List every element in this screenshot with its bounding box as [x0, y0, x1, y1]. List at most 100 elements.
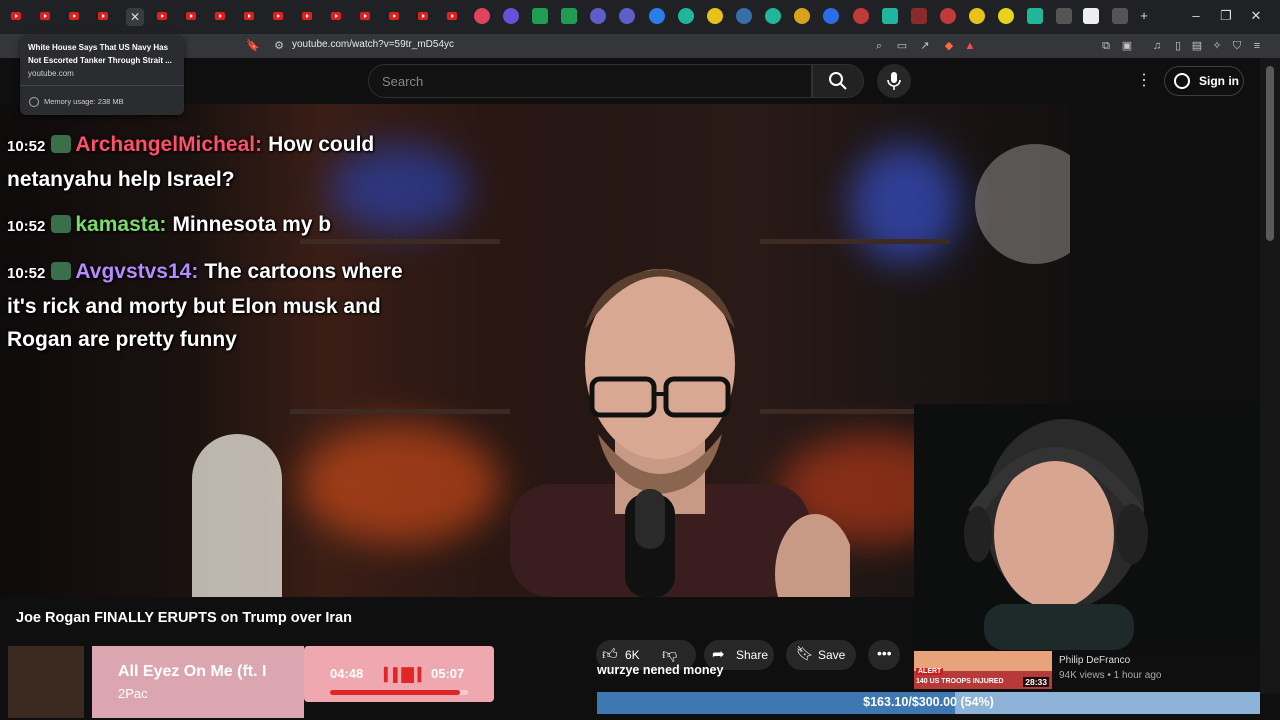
- memory-icon: [29, 97, 39, 107]
- tab-app-icon[interactable]: [940, 8, 956, 24]
- tab-app-icon[interactable]: [853, 8, 869, 24]
- song-info: All Eyez On Me (ft. I 2Pac: [92, 646, 304, 718]
- rewards-icon[interactable]: ▲: [963, 39, 977, 53]
- site-info-icon[interactable]: ⚙: [272, 39, 286, 53]
- leo-icon[interactable]: ✧: [1210, 39, 1224, 53]
- tab-youtube-icon[interactable]: [328, 8, 344, 24]
- bookmark-icon[interactable]: 🔖: [246, 39, 260, 53]
- share-icon[interactable]: ↗: [918, 39, 932, 53]
- recommended-thumbnail[interactable]: ALERT 140 US TROOPS INJURED 28:33: [914, 651, 1052, 689]
- new-tab-button[interactable]: +: [1134, 8, 1154, 23]
- song-artist: 2Pac: [118, 686, 148, 701]
- chat-username: kamasta:: [75, 213, 167, 236]
- sidebar-icon[interactable]: ▣: [1120, 39, 1134, 53]
- tab-youtube-icon[interactable]: [95, 8, 111, 24]
- chat-timestamp: 10:52: [7, 265, 46, 282]
- tab-youtube-icon[interactable]: [212, 8, 228, 24]
- alert-ticker: wurzye nened money: [597, 663, 724, 677]
- tab-youtube-icon[interactable]: [299, 8, 315, 24]
- tab-app-icon[interactable]: [619, 8, 635, 24]
- menu-icon[interactable]: ≡: [1250, 39, 1264, 53]
- bookmark-icon: 🔖︎: [796, 645, 814, 661]
- vpn-icon[interactable]: ⛉: [1230, 39, 1244, 53]
- recommended-video-card[interactable]: ALERT 140 US TROOPS INJURED 28:33 Philip…: [914, 651, 1260, 691]
- tab-sheet-icon[interactable]: [532, 8, 548, 24]
- save-button[interactable]: 🔖︎ Save: [786, 640, 856, 670]
- tab-youtube-icon[interactable]: [154, 8, 170, 24]
- chat-username: Avgvstvs14:: [75, 260, 199, 283]
- tab-youtube-icon[interactable]: [66, 8, 82, 24]
- tab-sheet-icon[interactable]: [561, 8, 577, 24]
- tab-app-icon[interactable]: [823, 8, 839, 24]
- tab-app-icon[interactable]: [969, 8, 985, 24]
- tooltip-domain: youtube.com: [28, 69, 74, 78]
- media-icon[interactable]: ♫: [1150, 39, 1164, 53]
- tab-tooltip: White House Says That US Navy Has Not Es…: [20, 35, 184, 115]
- tooltip-title: White House Says That US Navy Has Not Es…: [28, 43, 172, 65]
- tab-youtube-icon[interactable]: [241, 8, 257, 24]
- song-elapsed: 04:48: [330, 666, 364, 681]
- search-placeholder: Search: [382, 74, 424, 89]
- tab-app-icon[interactable]: [678, 8, 694, 24]
- tab-word-icon[interactable]: [1083, 8, 1099, 24]
- voice-search-button[interactable]: [877, 64, 911, 98]
- tab-app-icon[interactable]: [1112, 8, 1128, 24]
- donation-goal-bar: $163.10/$300.00 (54%): [597, 692, 1260, 714]
- wallet-icon[interactable]: ▤: [1190, 39, 1204, 53]
- tab-app-icon[interactable]: [911, 8, 927, 24]
- tab-app-icon[interactable]: [1027, 8, 1043, 24]
- close-tab-icon[interactable]: ✕: [126, 8, 144, 26]
- restore-button[interactable]: ❐: [1216, 8, 1236, 24]
- tab-youtube-icon[interactable]: [8, 8, 24, 24]
- tab-app-icon[interactable]: [998, 8, 1014, 24]
- tab-app-icon[interactable]: [794, 8, 810, 24]
- tab-app-icon[interactable]: [649, 8, 665, 24]
- tab-app-icon[interactable]: [765, 8, 781, 24]
- chat-timestamp: 10:52: [7, 218, 46, 235]
- tab-play-icon[interactable]: [474, 8, 490, 24]
- search-input[interactable]: Search: [368, 64, 812, 98]
- reading-list-icon[interactable]: ▯: [1171, 39, 1185, 53]
- like-icon[interactable]: 👍︎: [602, 646, 618, 664]
- close-window-button[interactable]: ✕: [1246, 8, 1266, 24]
- donation-goal-text: $163.10/$300.00 (54%): [863, 695, 994, 709]
- cast-icon[interactable]: ▭: [895, 39, 909, 53]
- brave-shield-icon[interactable]: ◆: [942, 39, 956, 53]
- page-scrollbar[interactable]: [1260, 58, 1280, 694]
- chat-badge-icon: [51, 215, 72, 233]
- chat-overlay: 10:52 ArchangelMicheal: How could netanyah…: [7, 128, 437, 368]
- tab-youtube-icon[interactable]: [37, 8, 53, 24]
- microphone-icon: [887, 72, 901, 90]
- presenter-figure: [510, 269, 850, 597]
- minimize-button[interactable]: –: [1186, 8, 1206, 23]
- search-button[interactable]: [812, 64, 864, 98]
- chat-timestamp: 10:52: [7, 138, 46, 155]
- tab-youtube-icon[interactable]: [386, 8, 402, 24]
- sign-in-button[interactable]: Sign in: [1164, 66, 1244, 96]
- share-label: Share: [736, 648, 769, 662]
- tab-app-icon[interactable]: [590, 8, 606, 24]
- zoom-icon[interactable]: ⌕: [872, 39, 886, 53]
- tab-app-icon[interactable]: [1056, 8, 1072, 24]
- search-icon: [829, 72, 847, 90]
- save-label: Save: [818, 648, 846, 662]
- url-field[interactable]: youtube.com/watch?v=59tr_mD54yc: [292, 39, 454, 50]
- tab-youtube-icon[interactable]: [444, 8, 460, 24]
- more-options-icon[interactable]: ⋮: [1136, 70, 1152, 90]
- tab-youtube-icon[interactable]: [270, 8, 286, 24]
- tab-youtube-icon[interactable]: [415, 8, 431, 24]
- scrollbar-thumb[interactable]: [1266, 66, 1274, 241]
- dislike-icon[interactable]: 👎︎: [662, 646, 677, 664]
- tab-app-icon[interactable]: [882, 8, 898, 24]
- tab-app-icon[interactable]: [707, 8, 723, 24]
- chat-badge-icon: [51, 135, 72, 153]
- more-actions-button[interactable]: •••: [868, 640, 900, 670]
- extensions-icon[interactable]: ⧉: [1099, 39, 1113, 53]
- tab-youtube-icon[interactable]: [357, 8, 373, 24]
- globe-decoration: [192, 434, 282, 597]
- tab-play-icon[interactable]: [503, 8, 519, 24]
- channel-name[interactable]: Philip DeFranco: [1059, 655, 1130, 666]
- divider: [20, 85, 184, 86]
- tab-app-icon[interactable]: [736, 8, 752, 24]
- tab-youtube-icon[interactable]: [183, 8, 199, 24]
